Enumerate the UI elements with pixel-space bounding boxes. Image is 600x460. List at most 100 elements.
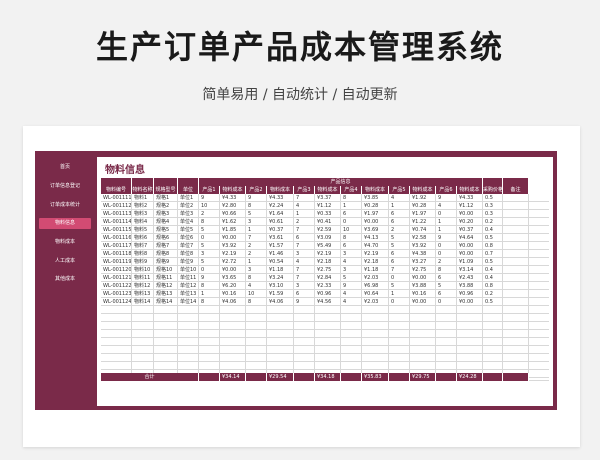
empty-cell <box>341 362 362 370</box>
table-cell: 0.4 <box>483 266 503 274</box>
table-row[interactable]: WL-001114 物料4 规格4 单位4 8 ¥1.62 3 ¥0.61 2 ¥0.41 0 ¥0.… <box>101 218 549 226</box>
table-cell: 6 <box>389 250 410 258</box>
table-cell: WL-001120 <box>103 266 132 274</box>
empty-cell <box>199 330 220 338</box>
header-spacer <box>178 178 199 186</box>
column-header: 采购价格 <box>483 186 503 194</box>
table-cell: ¥0.20 <box>457 218 483 226</box>
table-row[interactable]: WL-001119 物料9 规格9 单位9 5 ¥2.72 1 ¥0.54 4 ¥2.18 4 ¥2.… <box>101 258 549 266</box>
table-cell: 0 <box>436 210 457 218</box>
sidebar-item-labor-cost[interactable]: 人工成本 <box>39 256 91 267</box>
table-cell: 2 <box>436 258 457 266</box>
table-cell: 物料9 <box>132 258 154 266</box>
table-row[interactable]: WL-001111 物料1 规格1 单位1 9 ¥4.33 9 ¥4.33 7 ¥3.37 8 ¥3.… <box>101 194 549 202</box>
column-header: 产品3 <box>294 186 315 194</box>
table-footer-row: 合计 ¥34.14 ¥29.54 ¥34.18 ¥35.83 ¥29.75 ¥24.28 <box>101 373 549 381</box>
table-cell: 4 <box>341 258 362 266</box>
table-cell: 单位9 <box>178 258 199 266</box>
table-cell: 6 <box>294 290 315 298</box>
empty-cell <box>362 346 389 354</box>
table-cell: 规格3 <box>154 210 178 218</box>
table-cell: 7 <box>294 194 315 202</box>
table-cell: 物料6 <box>132 234 154 242</box>
table-cell: 物料11 <box>132 274 154 282</box>
table-row[interactable]: WL-001123 物料13 规格13 单位13 1 ¥0.16 10 ¥1.59 6 ¥0.96… <box>101 290 549 298</box>
table-cell: ¥3.88 <box>410 282 436 290</box>
empty-cell <box>503 338 529 346</box>
table-row[interactable]: WL-001121 物料11 规格11 单位11 9 ¥3.65 8 ¥3.24 7 ¥2.84 5… <box>101 274 549 282</box>
table-cell: 0 <box>389 274 410 282</box>
sidebar-item-other-cost[interactable]: 其他成本 <box>39 274 91 285</box>
table-cell: ¥0.00 <box>457 242 483 250</box>
table-cell: WL-001124 <box>103 298 132 306</box>
table-row[interactable]: WL-001118 物料8 规格8 单位8 3 ¥2.19 2 ¥1.46 3 ¥2.19 3 ¥2.… <box>101 250 549 258</box>
empty-cell <box>132 346 154 354</box>
empty-cell <box>315 346 341 354</box>
table-row[interactable]: WL-001120 物料10 规格10 单位10 0 ¥0.00 3 ¥1.18 7 ¥2.75 3… <box>101 266 549 274</box>
table-row[interactable]: WL-001117 物料7 规格7 单位7 5 ¥3.92 2 ¥1.57 7 ¥5.49 6 ¥4.… <box>101 242 549 250</box>
table-row[interactable]: WL-001115 物料5 规格5 单位5 5 ¥1.85 1 ¥0.37 7 ¥2.59 10 ¥3… <box>101 226 549 234</box>
table-cell: ¥0.74 <box>410 226 436 234</box>
sidebar-item-material-cost[interactable]: 物料成本 <box>39 237 91 248</box>
empty-cell <box>341 354 362 362</box>
empty-cell <box>199 314 220 322</box>
empty-row <box>101 338 549 346</box>
empty-cell <box>101 314 132 322</box>
sidebar-item-order-cost[interactable]: 订单成本统计 <box>39 200 91 211</box>
empty-cell <box>457 346 483 354</box>
table-cell <box>503 250 529 258</box>
table-cell: 单位2 <box>178 202 199 210</box>
empty-cell <box>483 362 503 370</box>
empty-cell <box>154 330 178 338</box>
table-cell: 3 <box>246 266 267 274</box>
empty-cell <box>246 354 267 362</box>
table-row[interactable]: WL-001113 物料3 规格3 单位3 2 ¥0.66 5 ¥1.64 1 ¥0.33 6 ¥1.… <box>101 210 549 218</box>
table-row[interactable]: WL-001124 物料14 规格14 单位14 8 ¥4.06 8 ¥4.06 9 ¥4.56 4… <box>101 298 549 306</box>
empty-cell <box>341 306 362 314</box>
table-cell: 4 <box>246 282 267 290</box>
table-cell: 1 <box>199 290 220 298</box>
footer-spacer <box>483 373 503 381</box>
table-cell <box>503 234 529 242</box>
column-header: 物料编号 <box>101 186 132 194</box>
table-cell: ¥0.00 <box>457 250 483 258</box>
empty-cell <box>436 306 457 314</box>
sidebar-item-home[interactable]: 首页 <box>39 162 91 173</box>
empty-cell <box>199 338 220 346</box>
table-cell: 1 <box>246 226 267 234</box>
table-row[interactable]: WL-001112 物料2 规格2 单位2 10 ¥2.80 8 ¥2.24 4 ¥1.12 1 ¥0… <box>101 202 549 210</box>
empty-cell <box>389 314 410 322</box>
table-cell: 物料7 <box>132 242 154 250</box>
table-cell: ¥2.19 <box>362 250 389 258</box>
empty-cell <box>132 362 154 370</box>
table-row[interactable]: WL-001122 物料12 规格12 单位12 8 ¥6.20 4 ¥3.10 3 ¥2.33 9… <box>101 282 549 290</box>
page-subtitle: 简单易用 / 自动统计 / 自动更新 <box>202 87 398 103</box>
empty-cell <box>178 346 199 354</box>
empty-cell <box>101 354 132 362</box>
empty-cell <box>436 322 457 330</box>
header-spacer <box>483 178 503 186</box>
sidebar-item-material-info[interactable]: 物料信息 <box>39 218 91 229</box>
empty-cell <box>389 330 410 338</box>
empty-cell <box>199 322 220 330</box>
sidebar-item-order-register[interactable]: 订单信息登记 <box>39 181 91 192</box>
table-cell: 规格14 <box>154 298 178 306</box>
section-title: 物料信息 <box>105 165 145 176</box>
table-cell: 9 <box>199 274 220 282</box>
table-cell: ¥3.61 <box>267 234 294 242</box>
table-cell: 5 <box>199 226 220 234</box>
table-cell: 单位5 <box>178 226 199 234</box>
table-cell: ¥1.46 <box>267 250 294 258</box>
table-cell: ¥2.80 <box>220 202 246 210</box>
table-cell: ¥2.75 <box>410 266 436 274</box>
table-cell: WL-001114 <box>103 218 132 226</box>
table-row[interactable]: WL-001116 物料6 规格6 单位6 0 ¥0.00 7 ¥3.61 6 ¥3.09 8 ¥4.… <box>101 234 549 242</box>
empty-cell <box>178 306 199 314</box>
table-cell: 0.4 <box>483 226 503 234</box>
table-cell: 4 <box>341 290 362 298</box>
table-cell <box>503 258 529 266</box>
empty-cell <box>246 306 267 314</box>
table-cell: ¥4.38 <box>410 250 436 258</box>
app-window: 首页 订单信息登记 订单成本统计 物料信息 物料成本 人工成本 其他成本 物料信… <box>35 151 557 410</box>
table-cell: 物料1 <box>132 194 154 202</box>
